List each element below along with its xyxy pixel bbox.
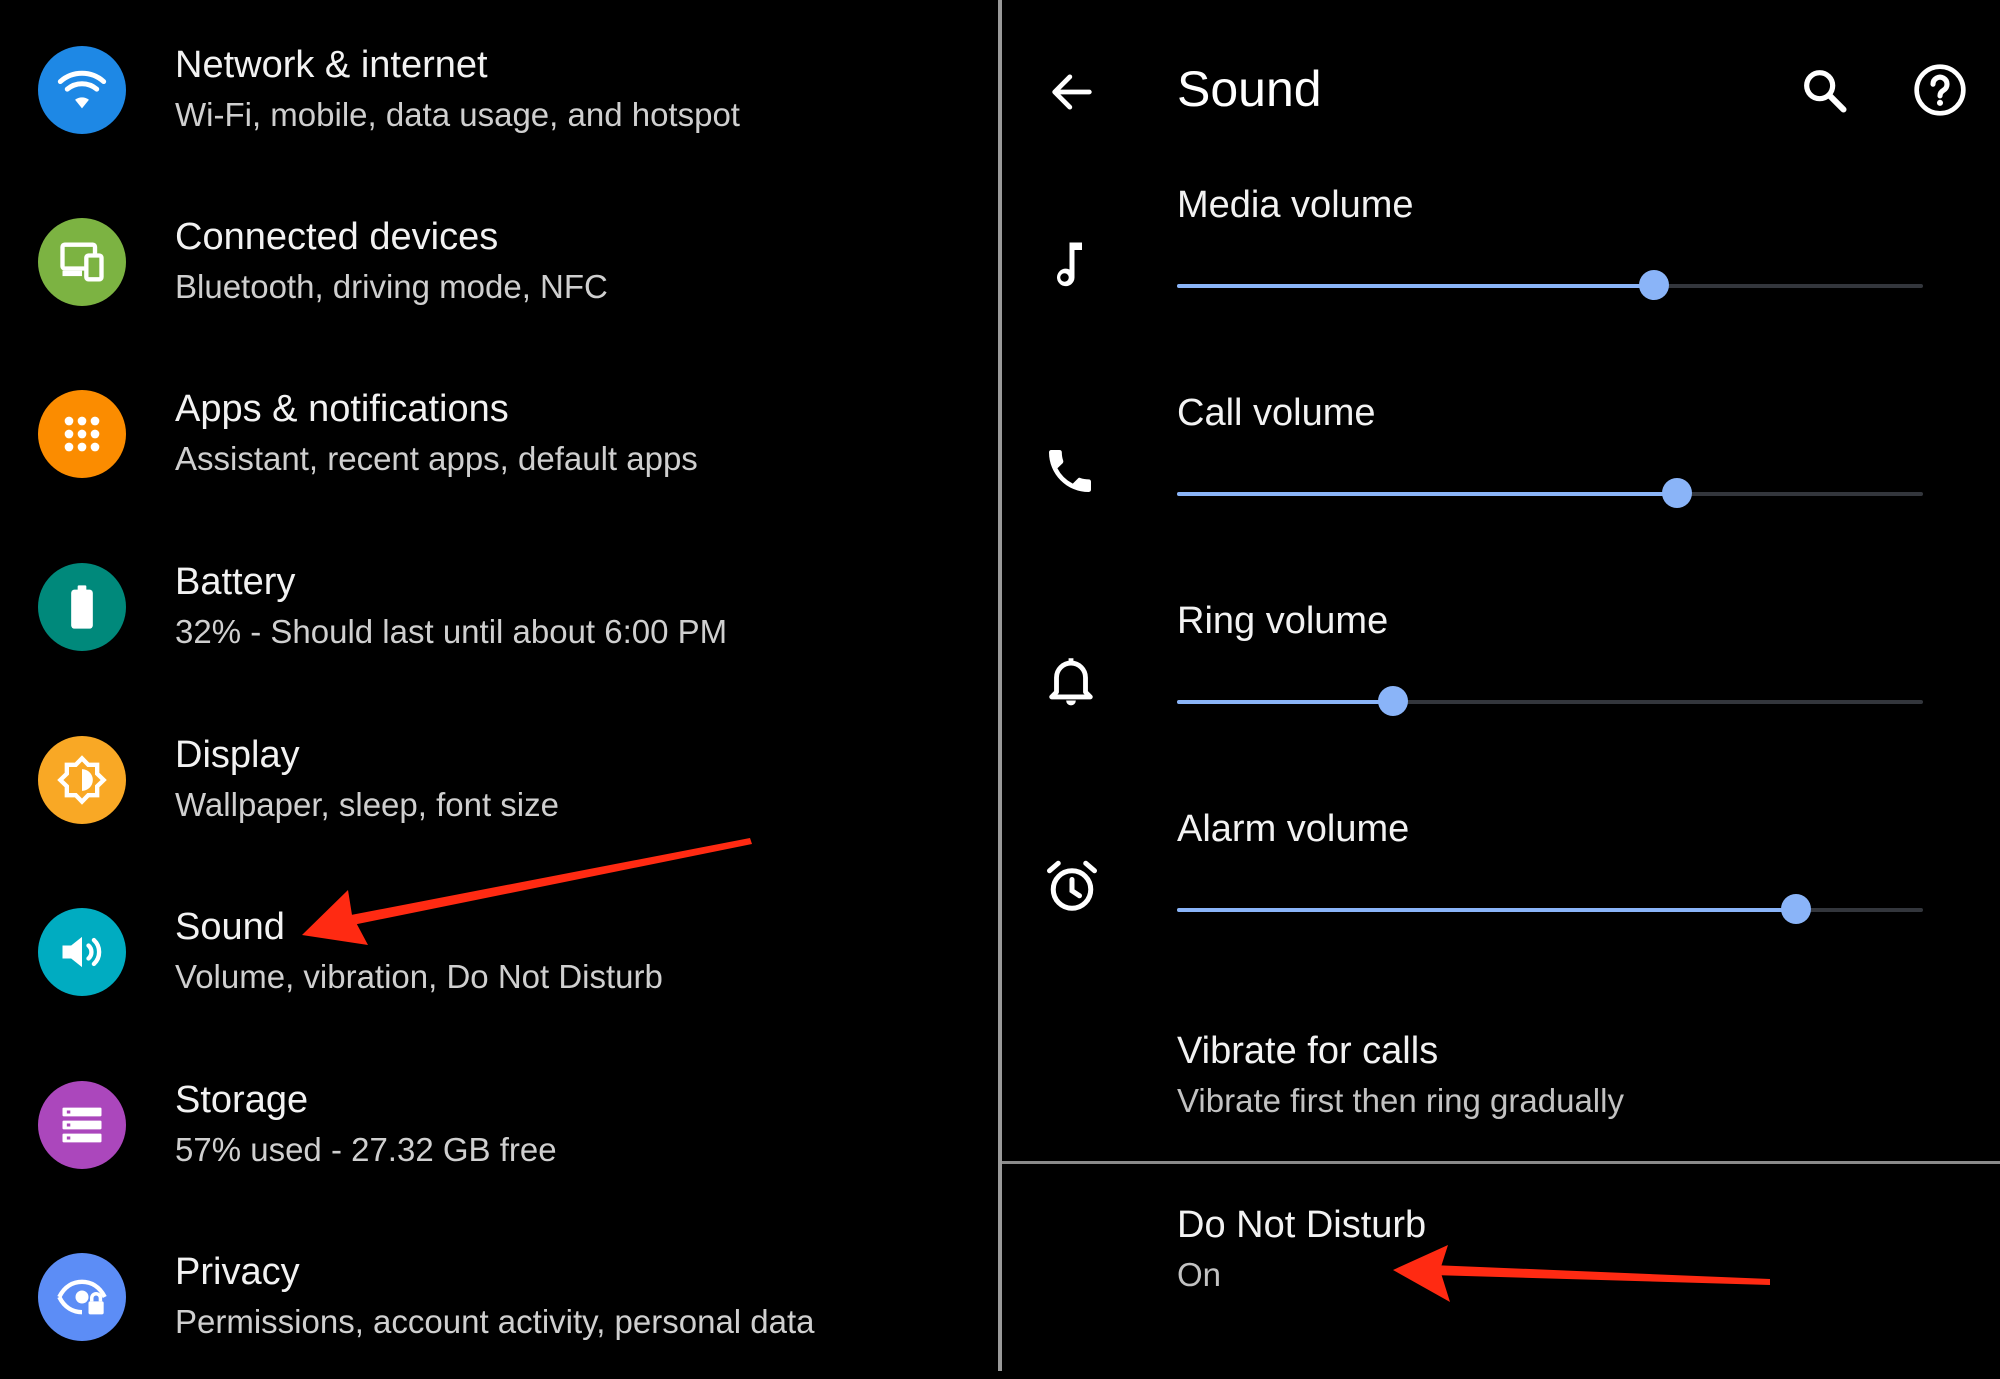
settings-item-title: Storage	[175, 1079, 309, 1121]
vibrate-for-calls-item[interactable]: Vibrate for calls Vibrate first then rin…	[1002, 1010, 2000, 1150]
battery-icon	[38, 563, 126, 651]
media-volume-row: Media volume	[1002, 175, 2000, 375]
volume-slider-track[interactable]	[1177, 270, 1923, 300]
volume-icon	[38, 908, 126, 996]
settings-item-subtitle: Bluetooth, driving mode, NFC	[175, 268, 608, 305]
settings-item-privacy[interactable]: Privacy Permissions, account activity, p…	[0, 1207, 998, 1379]
volume-slider-fill	[1177, 908, 1797, 912]
alarm-volume-row: Alarm volume	[1002, 799, 2000, 999]
search-icon[interactable]	[1792, 58, 1856, 122]
wifi-icon	[38, 46, 126, 134]
volume-slider-track[interactable]	[1177, 478, 1923, 508]
volume-label: Call volume	[1177, 392, 1376, 434]
settings-item-battery[interactable]: Battery 32% - Should last until about 6:…	[0, 517, 998, 689]
list-divider	[1002, 1161, 2000, 1164]
volume-slider-fill	[1177, 700, 1394, 704]
privacy-eye-icon	[38, 1253, 126, 1341]
volume-slider-thumb[interactable]	[1378, 686, 1409, 716]
pref-title: Do Not Disturb	[1177, 1204, 1427, 1246]
bell-icon	[1042, 651, 1102, 711]
settings-item-title: Battery	[175, 561, 296, 603]
alarm-clock-icon	[1042, 857, 1102, 917]
page-title: Sound	[1177, 61, 1322, 117]
settings-item-connected-devices[interactable]: Connected devices Bluetooth, driving mod…	[0, 172, 998, 344]
settings-item-storage[interactable]: Storage 57% used - 27.32 GB free	[0, 1035, 998, 1207]
settings-item-title: Connected devices	[175, 216, 499, 258]
volume-slider-track[interactable]	[1177, 686, 1923, 716]
ring-volume-row: Ring volume	[1002, 591, 2000, 791]
settings-item-apps[interactable]: Apps & notifications Assistant, recent a…	[0, 344, 998, 516]
volume-slider-fill	[1177, 284, 1655, 288]
do-not-disturb-item[interactable]: Do Not Disturb On	[1002, 1180, 2000, 1330]
pref-subtitle: Vibrate first then ring gradually	[1177, 1082, 1624, 1119]
settings-item-sound[interactable]: Sound Volume, vibration, Do Not Disturb	[0, 862, 998, 1034]
back-arrow-icon[interactable]	[1040, 60, 1104, 124]
settings-item-subtitle: Assistant, recent apps, default apps	[175, 440, 698, 477]
volume-slider-thumb[interactable]	[1639, 270, 1670, 300]
storage-icon	[38, 1081, 126, 1169]
settings-item-title: Sound	[175, 906, 285, 948]
volume-label: Media volume	[1177, 184, 1414, 226]
call-volume-row: Call volume	[1002, 383, 2000, 583]
volume-slider-thumb[interactable]	[1781, 894, 1812, 924]
brightness-icon	[38, 736, 126, 824]
volume-slider-track[interactable]	[1177, 894, 1923, 924]
pref-title: Vibrate for calls	[1177, 1030, 1439, 1072]
settings-list-panel: Network & internet Wi-Fi, mobile, data u…	[0, 0, 998, 1371]
settings-item-subtitle: Permissions, account activity, personal …	[175, 1303, 815, 1340]
settings-item-title: Network & internet	[175, 44, 488, 86]
volume-slider-thumb[interactable]	[1661, 478, 1692, 508]
settings-item-subtitle: Wallpaper, sleep, font size	[175, 786, 559, 823]
settings-item-subtitle: Wi-Fi, mobile, data usage, and hotspot	[175, 96, 740, 133]
volume-label: Alarm volume	[1177, 808, 1410, 850]
apps-grid-icon	[38, 390, 126, 478]
devices-icon	[38, 218, 126, 306]
settings-item-subtitle: 32% - Should last until about 6:00 PM	[175, 613, 728, 650]
phone-icon	[1042, 443, 1102, 503]
settings-item-title: Display	[175, 734, 300, 776]
settings-item-display[interactable]: Display Wallpaper, sleep, font size	[0, 690, 998, 862]
settings-item-title: Apps & notifications	[175, 388, 509, 430]
volume-slider-fill	[1177, 492, 1677, 496]
settings-item-subtitle: 57% used - 27.32 GB free	[175, 1131, 557, 1168]
music-note-icon	[1042, 235, 1102, 295]
help-icon[interactable]	[1908, 58, 1972, 122]
dnd-status: On	[1177, 1256, 1222, 1293]
settings-item-network[interactable]: Network & internet Wi-Fi, mobile, data u…	[0, 0, 998, 172]
volume-label: Ring volume	[1177, 600, 1389, 642]
sound-settings-panel: Sound Media volume Call volume Ring volu…	[1002, 0, 2000, 1371]
settings-item-subtitle: Volume, vibration, Do Not Disturb	[175, 958, 663, 995]
settings-item-title: Privacy	[175, 1251, 300, 1293]
